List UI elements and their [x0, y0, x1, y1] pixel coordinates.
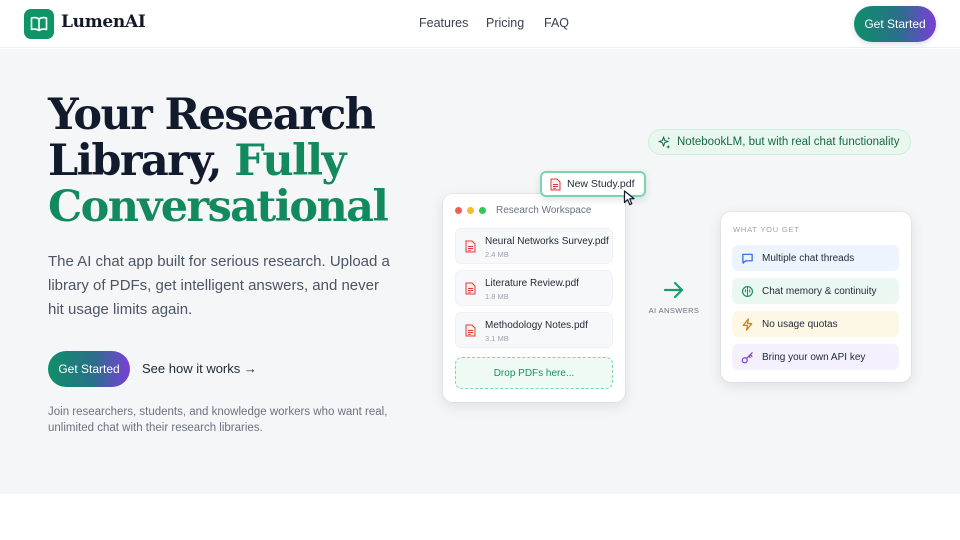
file-size: 3.1 MB — [485, 334, 509, 343]
what-you-get-card: WHAT YOU GET Multiple chat threads Chat … — [721, 212, 911, 382]
file-name: Neural Networks Survey.pdf — [485, 236, 609, 247]
brand-name[interactable]: LumenAI — [61, 12, 146, 32]
arrow-right-icon — [663, 281, 684, 299]
chat-bubble-icon — [742, 253, 753, 264]
benefit-label: Bring your own API key — [762, 351, 866, 363]
window-maximize-dot — [479, 207, 486, 214]
file-size: 2.4 MB — [485, 250, 509, 259]
file-name: Methodology Notes.pdf — [485, 320, 588, 331]
pdf-file-icon — [465, 324, 476, 337]
pdf-file-icon — [465, 240, 476, 253]
headline-plain-text: Library, — [48, 136, 235, 186]
file-name: Literature Review.pdf — [485, 278, 579, 289]
brain-icon — [741, 285, 754, 297]
open-book-icon — [30, 16, 48, 32]
headline-line-3: Conversational — [48, 182, 389, 232]
logo-mark[interactable] — [24, 9, 54, 39]
hero-subheading: The AI chat app built for serious resear… — [48, 253, 390, 318]
headline-accent-text: Fully — [234, 136, 346, 186]
hero-headline: Your Research Library, Fully Conversatio… — [48, 90, 389, 232]
benefit-item: No usage quotas — [732, 311, 899, 337]
tagline-text: NotebookLM, but with real chat functiona… — [677, 136, 900, 148]
benefit-label: Multiple chat threads — [762, 252, 855, 264]
benefit-label: Chat memory & continuity — [762, 285, 877, 297]
window-minimize-dot — [467, 207, 474, 214]
dragging-file-name: New Study.pdf — [567, 178, 635, 190]
file-item[interactable]: Neural Networks Survey.pdf 2.4 MB — [455, 228, 613, 264]
mouse-pointer-icon — [623, 190, 635, 206]
sparkles-icon — [658, 135, 671, 149]
nav-link-faq[interactable]: FAQ — [544, 16, 569, 30]
lightning-icon — [742, 317, 753, 331]
pdf-file-icon — [550, 178, 561, 190]
benefit-item: Bring your own API key — [732, 344, 899, 370]
tagline-badge: NotebookLM, but with real chat functiona… — [648, 129, 912, 155]
research-workspace-card: Research Workspace Neural Networks Surve… — [443, 194, 625, 402]
workspace-title: Research Workspace — [496, 205, 592, 216]
header-get-started-button[interactable]: Get Started — [854, 6, 936, 42]
file-item[interactable]: Methodology Notes.pdf 3.1 MB — [455, 312, 613, 348]
benefit-label: No usage quotas — [762, 318, 838, 330]
pdf-dropzone[interactable]: Drop PDFs here... — [455, 357, 613, 389]
nav-link-pricing[interactable]: Pricing — [486, 16, 524, 30]
ai-answers-label: AI ANSWERS — [648, 306, 700, 315]
key-icon — [741, 351, 753, 363]
pdf-file-icon — [465, 282, 476, 295]
headline-line-2: Library, Fully — [48, 138, 387, 184]
what-you-get-title: WHAT YOU GET — [733, 225, 800, 234]
see-how-it-works-link[interactable]: See how it works → — [142, 361, 257, 376]
next-section — [0, 494, 960, 540]
benefit-item: Chat memory & continuity — [732, 278, 899, 304]
file-item[interactable]: Literature Review.pdf 1.8 MB — [455, 270, 613, 306]
headline-line-1: Your Research — [48, 90, 376, 140]
hero-get-started-button[interactable]: Get Started — [48, 351, 130, 387]
window-close-dot — [455, 207, 462, 214]
hero-footnote: Join researchers, students, and knowledg… — [48, 406, 388, 434]
site-header: LumenAI Features Pricing FAQ Get Started — [0, 0, 960, 48]
nav-link-features[interactable]: Features — [419, 16, 468, 30]
benefit-item: Multiple chat threads — [732, 245, 899, 271]
file-size: 1.8 MB — [485, 292, 509, 301]
